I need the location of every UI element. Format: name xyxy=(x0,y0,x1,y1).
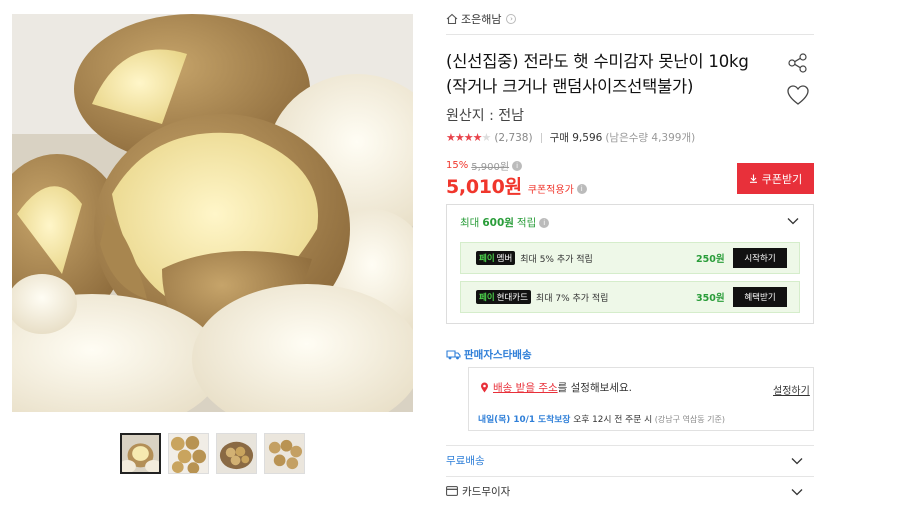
store-name: 조은해남 xyxy=(461,13,502,26)
free-shipping-row[interactable]: 무료배송 xyxy=(446,445,814,474)
seller-shipping-label: 판매자스타배송 xyxy=(446,347,532,362)
thumbnail-2[interactable] xyxy=(168,433,209,474)
eta-cutoff: 오후 12시 전 주문 시 xyxy=(570,415,653,425)
info-icon[interactable]: i xyxy=(512,160,523,171)
reward-amount: 350원 xyxy=(696,293,725,304)
free-shipping-label: 무료배송 xyxy=(446,454,485,467)
info-icon[interactable]: i xyxy=(539,217,550,228)
pay-badge-tag: 페이 xyxy=(479,293,495,303)
reward-item-hyundai-card: 페이 현대카드 최대 7% 추가 적립 350원 혜택받기 xyxy=(460,281,800,313)
credit-card-icon xyxy=(446,486,458,496)
remaining-quantity: (남은수량 4,399개) xyxy=(605,132,696,144)
thumbnail-3[interactable] xyxy=(216,433,257,474)
purchase-count: 구매 9,596 xyxy=(549,132,603,144)
product-title-line1: (신선집중) 전라도 햇 수미감자 못난이 10kg xyxy=(446,52,749,71)
final-price: 5,010원 xyxy=(446,176,522,198)
reward-item-member: 페이 멤버 최대 5% 추가 적립 250원 시작하기 xyxy=(460,242,800,274)
reward-header-suffix: 적립 xyxy=(516,217,537,229)
reward-header-prefix: 최대 xyxy=(460,217,480,229)
pay-badge-label: 멤버 xyxy=(496,254,513,264)
divider xyxy=(540,132,542,143)
reward-box: 최대 600원 적립 i 페이 멤버 최대 5% 추가 적립 250원 시작하기 … xyxy=(446,204,814,324)
discount-rate: 15% xyxy=(446,160,469,171)
truck-icon xyxy=(446,350,461,360)
delivery-eta: 내일(목) 10/1 도착보장 오후 12시 전 주문 시 (강남구 역삼동 기… xyxy=(478,412,725,425)
eta-date: 내일(목) 10/1 도착보장 xyxy=(478,415,571,425)
main-product-image xyxy=(12,14,413,412)
card-installment-label: 카드무이자 xyxy=(462,485,511,498)
star-filled: ★★★★ xyxy=(446,131,482,144)
eta-note: (강남구 역삼동 기준) xyxy=(652,415,725,424)
address-link[interactable]: 배송 받을 주소 xyxy=(493,380,558,395)
home-icon xyxy=(446,13,458,25)
store-link[interactable]: 조은해남 › xyxy=(446,11,517,27)
coupon-button-label: 쿠폰받기 xyxy=(761,172,803,186)
price-row: 5,010원 쿠폰적용가 i xyxy=(446,172,587,199)
reward-text: 최대 5% 추가 적립 xyxy=(520,254,593,265)
chevron-down-icon[interactable] xyxy=(787,217,799,225)
chevron-down-icon xyxy=(791,458,803,465)
address-setting-link[interactable]: 설정하기 xyxy=(773,382,810,397)
chevron-down-icon xyxy=(791,489,803,496)
original-price: 5,900원 xyxy=(471,162,510,173)
pay-badge-tag: 페이 xyxy=(479,254,495,264)
heart-icon[interactable] xyxy=(786,84,810,106)
product-title: (신선집중) 전라도 햇 수미감자 못난이 10kg (작거나 크거나 랜덤사이… xyxy=(446,49,776,99)
coupon-price-note: 쿠폰적용가 i xyxy=(528,181,587,196)
divider xyxy=(446,34,814,35)
coupon-price-label: 쿠폰적용가 xyxy=(527,185,574,196)
card-installment-label-wrap: 카드무이자 xyxy=(446,484,510,499)
pay-badge-label: 현대카드 xyxy=(496,293,528,303)
star-empty: ★ xyxy=(481,131,491,144)
rating-row: ★★★★★ (2,738) 구매 9,596 (남은수량 4,399개) xyxy=(446,130,695,145)
product-title-line2: (작거나 크거나 랜덤사이즈선택불가) xyxy=(446,77,694,96)
address-box: 배송 받을 주소 를 설정해보세요. 설정하기 내일(목) 10/1 도착보장 … xyxy=(468,367,814,431)
address-suffix: 를 설정해보세요. xyxy=(557,382,632,394)
address-prompt: 배송 받을 주소 를 설정해보세요. xyxy=(480,380,632,395)
pay-badge: 페이 현대카드 xyxy=(476,290,531,304)
get-benefit-button[interactable]: 혜택받기 xyxy=(733,287,787,307)
discount-row: 15% 5,900원 i xyxy=(446,158,523,173)
reward-header: 최대 600원 적립 i xyxy=(460,215,550,230)
seller-shipping-text: 판매자스타배송 xyxy=(464,349,532,361)
start-button[interactable]: 시작하기 xyxy=(733,248,787,268)
card-installment-row[interactable]: 카드무이자 xyxy=(446,476,814,505)
chevron-right-icon: › xyxy=(506,14,517,24)
review-count[interactable]: (2,738) xyxy=(494,132,532,144)
pay-badge: 페이 멤버 xyxy=(476,251,516,265)
coupon-button[interactable]: 쿠폰받기 xyxy=(737,163,814,194)
thumbnail-strip xyxy=(120,433,305,474)
thumbnail-1[interactable] xyxy=(120,433,161,474)
download-icon xyxy=(749,174,757,183)
product-origin: 원산지 : 전남 xyxy=(446,108,525,124)
thumbnail-4[interactable] xyxy=(264,433,305,474)
share-icon[interactable] xyxy=(787,52,809,74)
star-rating[interactable]: ★★★★★ xyxy=(446,131,491,144)
reward-header-amount: 600원 xyxy=(482,217,514,229)
reward-text: 최대 7% 추가 적립 xyxy=(535,293,609,304)
location-pin-icon xyxy=(481,382,488,393)
info-icon[interactable]: i xyxy=(576,183,587,194)
reward-amount: 250원 xyxy=(696,254,725,265)
